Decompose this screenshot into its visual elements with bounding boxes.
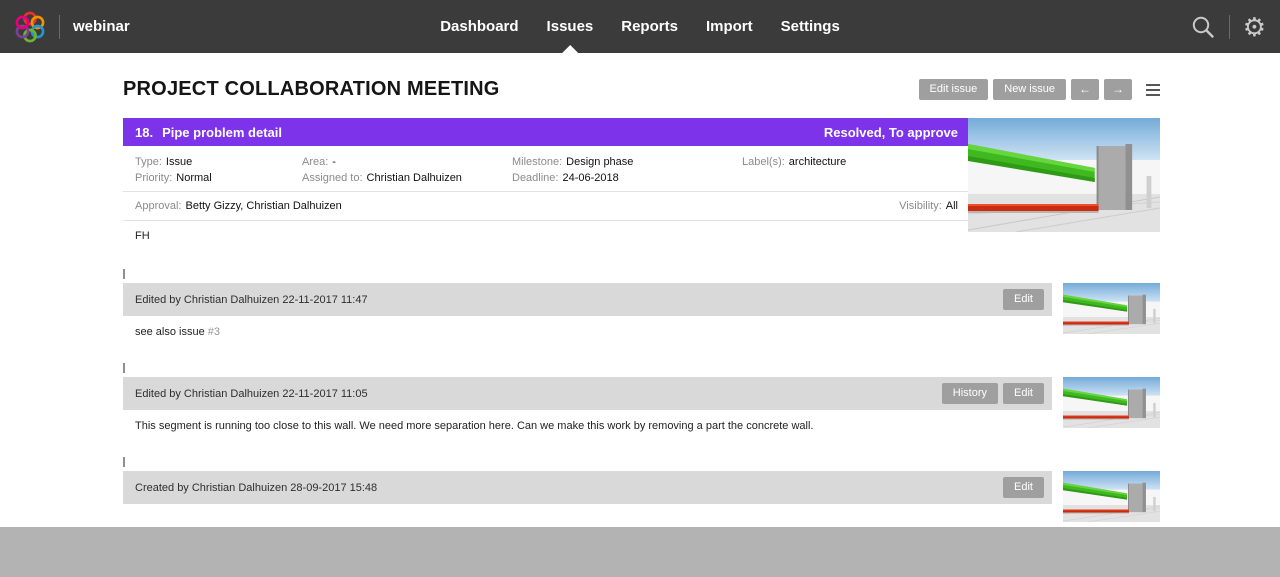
comment-body: This segment is running too close to thi… <box>123 410 1052 444</box>
navbar-divider <box>59 15 60 39</box>
issue-fields-grid: Type:Issue Area:- Milestone:Design phase… <box>123 146 968 191</box>
field-deadline: Deadline:24-06-2018 <box>512 172 742 184</box>
issue-status-badge: Resolved, To approve <box>824 125 958 140</box>
comment-body <box>123 504 1052 526</box>
comment-actions: History Edit <box>942 383 1044 403</box>
nav-item-import[interactable]: Import <box>706 0 753 53</box>
comment-actions: Edit <box>1003 477 1044 497</box>
comment-model-thumbnail[interactable] <box>1063 471 1160 522</box>
comment-block: Edited by Christian Dalhuizen 22-11-2017… <box>123 269 1160 350</box>
comment-edit-button[interactable]: Edit <box>1003 289 1044 309</box>
edit-issue-button[interactable]: Edit issue <box>919 79 989 99</box>
list-menu-icon[interactable] <box>1146 84 1160 96</box>
settings-gear-icon[interactable]: ⚙ <box>1243 14 1266 40</box>
field-type: Type:Issue <box>135 156 302 168</box>
field-approval: Approval:Betty Gizzy, Christian Dalhuize… <box>135 200 342 212</box>
comment-block: Edited by Christian Dalhuizen 22-11-2017… <box>123 363 1160 444</box>
timeline-tick <box>123 457 125 467</box>
comment-meta-text: Edited by Christian Dalhuizen 22-11-2017… <box>135 294 368 306</box>
prev-issue-button[interactable]: ← <box>1071 79 1099 100</box>
comment-model-thumbnail[interactable] <box>1063 377 1160 428</box>
comment-history-button[interactable]: History <box>942 383 998 403</box>
field-milestone: Milestone:Design phase <box>512 156 742 168</box>
comment-header: Edited by Christian Dalhuizen 22-11-2017… <box>123 283 1052 316</box>
issue-reference-link[interactable]: #3 <box>208 326 220 338</box>
field-assigned-to: Assigned to:Christian Dalhuizen <box>302 172 512 184</box>
issue-card-main: 18. Pipe problem detail Resolved, To appr… <box>123 118 968 256</box>
timeline-tick <box>123 269 125 279</box>
issue-header-bar: 18. Pipe problem detail Resolved, To appr… <box>123 118 968 146</box>
page-title: PROJECT COLLABORATION MEETING <box>123 78 500 101</box>
issue-toolbar: Edit issue New issue ← → <box>919 79 1160 100</box>
comment-header: Created by Christian Dalhuizen 28-09-201… <box>123 471 1052 504</box>
navbar-left: webinar <box>14 11 130 43</box>
comment-main: Edited by Christian Dalhuizen 22-11-2017… <box>123 283 1052 350</box>
main-navigation: Dashboard Issues Reports Import Settings <box>440 0 840 53</box>
comment-main: Created by Christian Dalhuizen 28-09-201… <box>123 471 1052 526</box>
title-row: PROJECT COLLABORATION MEETING Edit issue… <box>123 53 1160 101</box>
issue-card: 18. Pipe problem detail Resolved, To appr… <box>123 118 1160 256</box>
main-content: PROJECT COLLABORATION MEETING Edit issue… <box>0 53 1280 527</box>
comment-text: This segment is running too close to thi… <box>135 420 813 432</box>
issue-title-text: Pipe problem detail <box>162 125 282 140</box>
nav-item-settings[interactable]: Settings <box>781 0 840 53</box>
brand-name: webinar <box>73 18 130 35</box>
new-issue-button[interactable]: New issue <box>993 79 1066 99</box>
nav-item-issues[interactable]: Issues <box>547 0 594 53</box>
comment-row: Edited by Christian Dalhuizen 22-11-2017… <box>123 377 1160 444</box>
comment-header: Edited by Christian Dalhuizen 22-11-2017… <box>123 377 1052 410</box>
issue-model-thumbnail[interactable] <box>968 118 1160 232</box>
comment-text: see also issue <box>135 326 208 338</box>
comment-model-thumbnail[interactable] <box>1063 283 1160 334</box>
comment-meta-text: Created by Christian Dalhuizen 28-09-201… <box>135 482 377 494</box>
field-area: Area:- <box>302 156 512 168</box>
top-navbar: webinar Dashboard Issues Reports Import … <box>0 0 1280 53</box>
next-issue-button[interactable]: → <box>1104 79 1132 100</box>
issue-description: FH <box>123 221 968 256</box>
active-tab-caret-icon <box>562 45 578 53</box>
comment-edit-button[interactable]: Edit <box>1003 477 1044 497</box>
timeline-tick <box>123 363 125 373</box>
comment-block: Created by Christian Dalhuizen 28-09-201… <box>123 457 1160 526</box>
nav-item-dashboard[interactable]: Dashboard <box>440 0 518 53</box>
comment-actions: Edit <box>1003 289 1044 309</box>
issue-title: 18. Pipe problem detail <box>135 125 282 140</box>
navbar-divider <box>1229 15 1230 39</box>
field-labels: Label(s):architecture <box>742 156 958 168</box>
approval-row: Approval:Betty Gizzy, Christian Dalhuize… <box>123 191 968 221</box>
comment-edit-button[interactable]: Edit <box>1003 383 1044 403</box>
field-visibility: Visibility:All <box>899 200 958 212</box>
comment-body: see also issue #3 <box>123 316 1052 350</box>
nav-item-issues-label: Issues <box>547 18 594 35</box>
bimcollab-webinar-screen: webinar Dashboard Issues Reports Import … <box>0 0 1280 577</box>
issue-number: 18. <box>135 125 153 140</box>
comment-row: Edited by Christian Dalhuizen 22-11-2017… <box>123 283 1160 350</box>
nav-item-reports[interactable]: Reports <box>621 0 678 53</box>
app-logo-icon[interactable] <box>14 11 46 43</box>
search-icon[interactable] <box>1190 14 1216 40</box>
field-priority: Priority:Normal <box>135 172 302 184</box>
comment-meta-text: Edited by Christian Dalhuizen 22-11-2017… <box>135 388 368 400</box>
comment-main: Edited by Christian Dalhuizen 22-11-2017… <box>123 377 1052 444</box>
comment-row: Created by Christian Dalhuizen 28-09-201… <box>123 471 1160 526</box>
navbar-right: ⚙ <box>1190 14 1266 40</box>
